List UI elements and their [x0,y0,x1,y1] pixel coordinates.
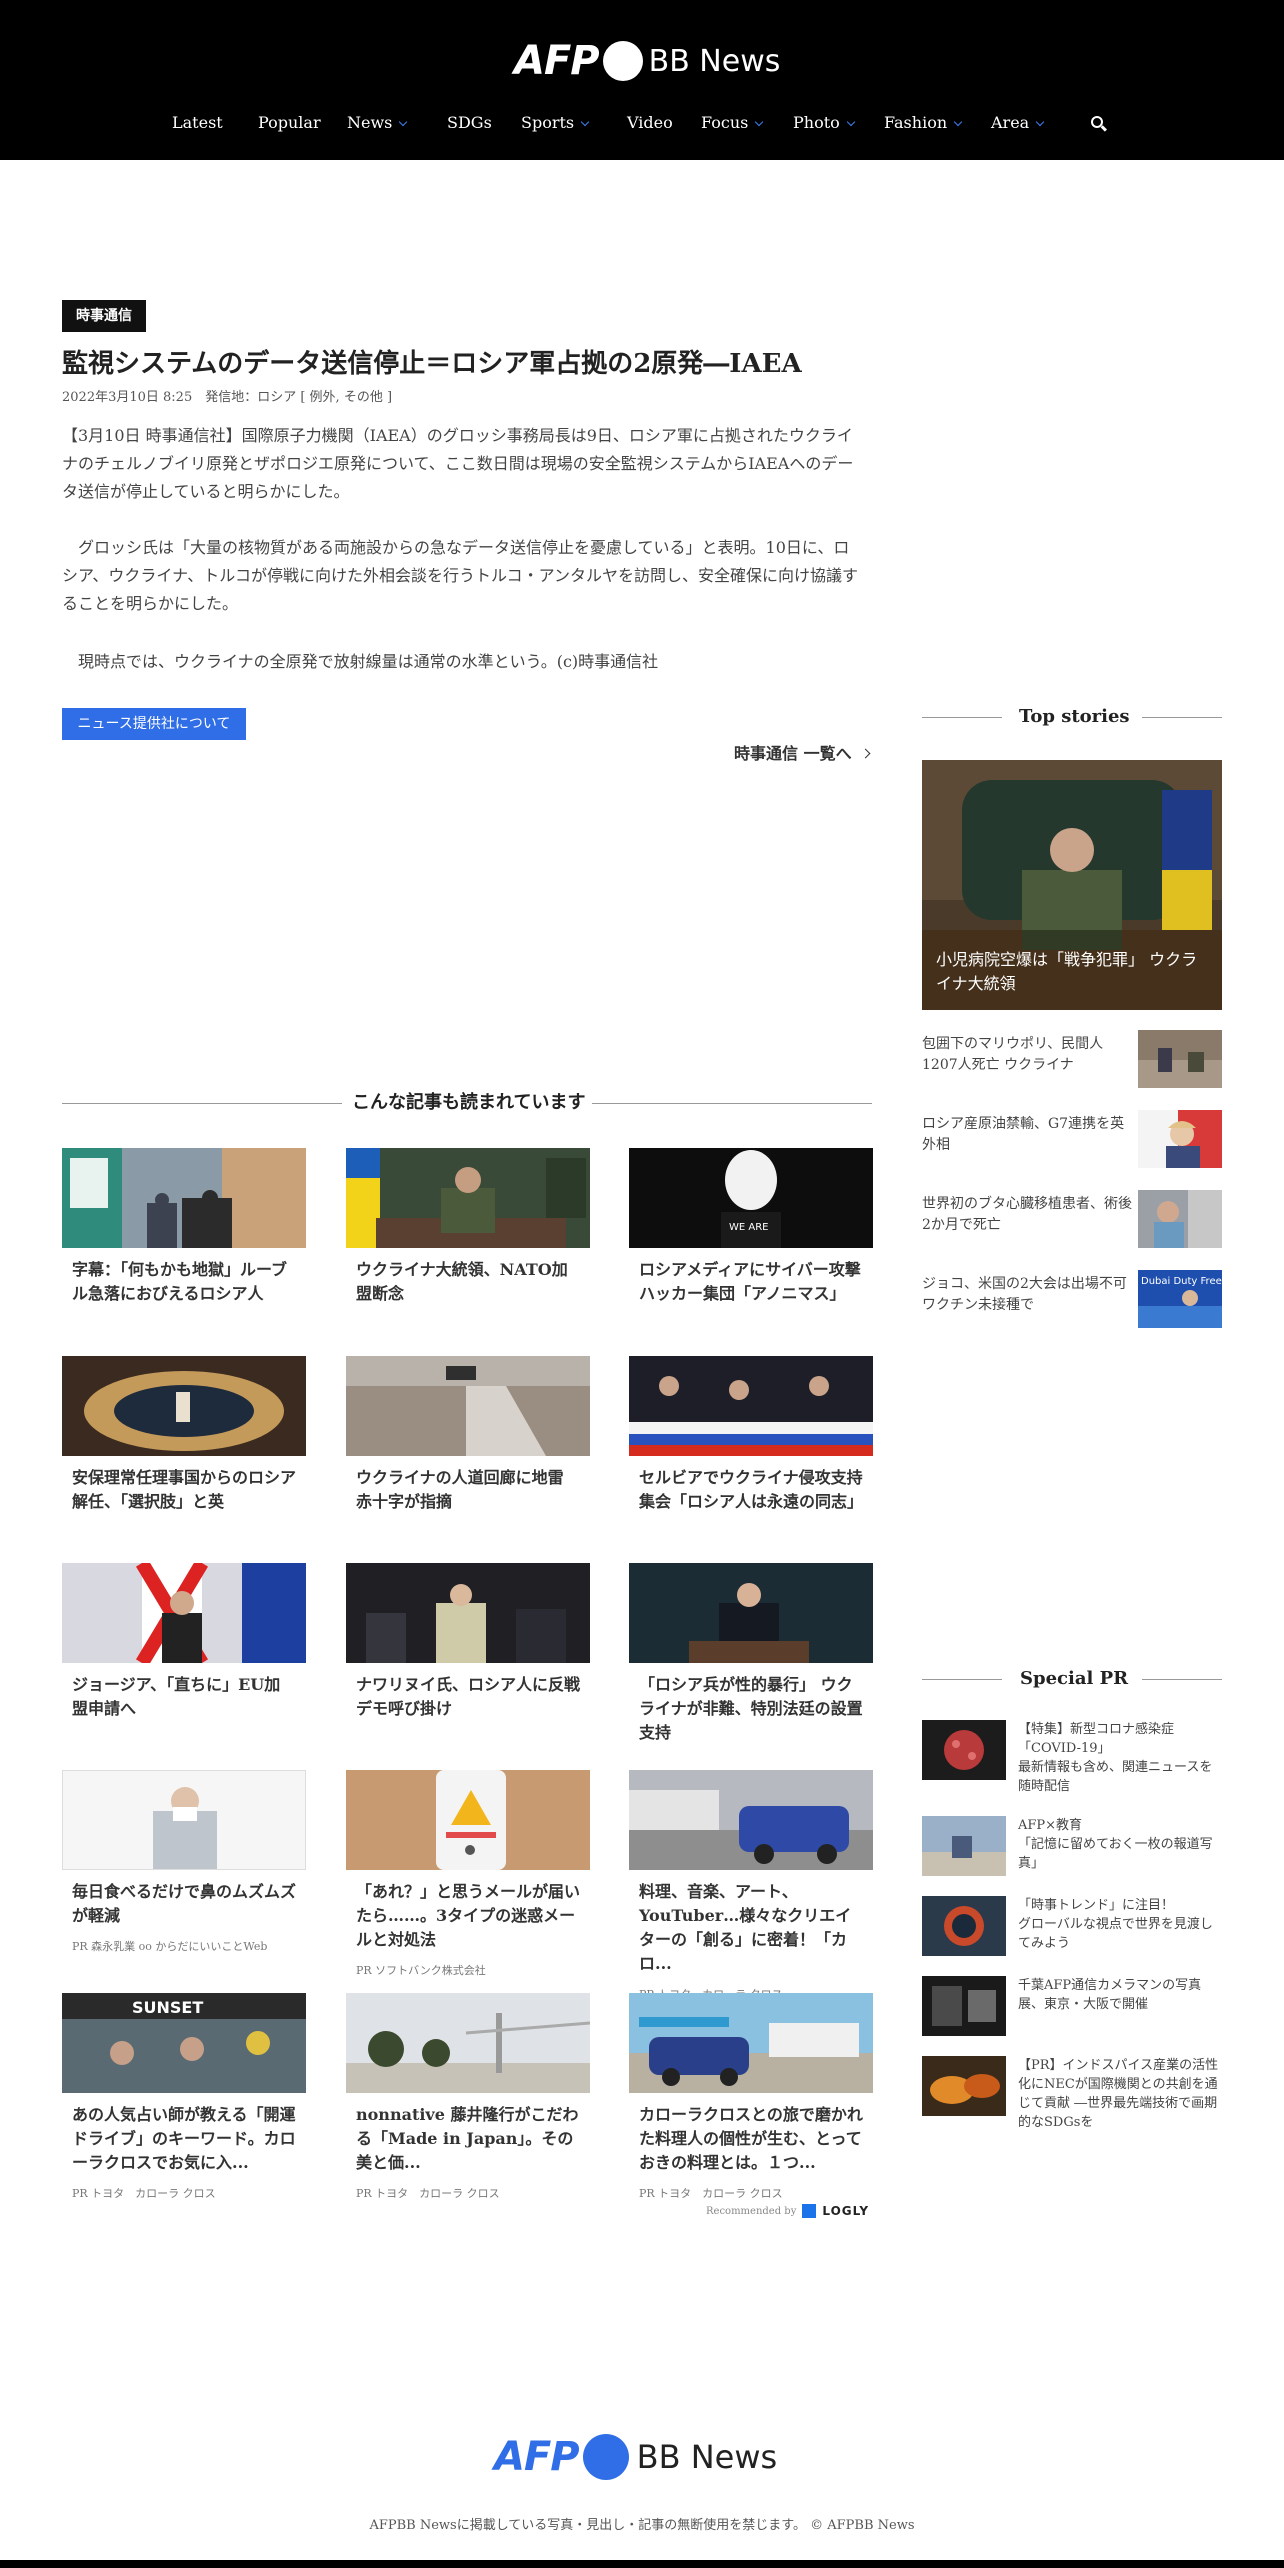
side-story-thumb [1138,1110,1222,1168]
card-image [62,1356,306,1456]
card-image: SUNSET [62,1993,306,2093]
related-card[interactable]: 字幕：「何もかも地獄」ルーブル急落におびえるロシア人 [62,1148,306,1306]
card-image [629,1770,873,1870]
pr-item[interactable]: 【PR】インドスパイス産業の活性化にNECが国際機関との共創を通じて貢献 ―世界… [922,2056,1222,2130]
related-card[interactable]: 料理、音楽、アート、YouTuber…様々なクリエイターの「創る」に密着！「カロ… [629,1770,873,2002]
chevron-right-icon [860,748,871,759]
pr-item[interactable]: 【特集】新型コロナ感染症「COVID-19」 最新情報も含め、関連ニュースを随時… [922,1720,1222,1794]
related-card[interactable]: ウクライナ大統領、NATO加盟断念 [346,1148,590,1306]
logo-circle-icon [602,41,643,81]
svg-text:SUNSET: SUNSET [132,1998,203,2017]
nav-popular[interactable]: Popular [258,110,321,136]
card-image [629,1563,873,1663]
site-logo[interactable]: AFP BB News [514,38,780,84]
footer-logo[interactable]: AFP BB News [494,2432,777,2482]
pr-thumb [922,1816,1006,1876]
card-image [346,1148,590,1248]
footer-bar [0,2560,1284,2568]
related-card[interactable]: 「あれ？」と思うメールが届いたら……。3タイプの迷惑メールと対処法 PR ソフト… [346,1770,590,1978]
nav-photo[interactable]: Photo [793,110,856,136]
article-paragraph: グロッシ氏は「大量の核物質がある両施設からの急なデータ送信停止を憂慮している」と… [62,538,859,613]
article-paragraph: 現時点では、ウクライナの全原発で放射線量は通常の水準という。(c)時事通信社 [62,652,659,671]
related-card[interactable]: SUNSET あの人気占い師が教える「開運ドライブ」のキーワード。カローラクロス… [62,1993,306,2201]
article-title: 監視システムのデータ送信停止＝ロシア軍占拠の2原発―IAEA [62,349,802,379]
card-image [346,1356,590,1456]
site-header: AFP BB News Latest Popular News SDGs Spo… [0,0,1284,160]
related-card[interactable]: WE ARE ロシアメディアにサイバー攻撃 ハッカー集団「アノニマス」 [629,1148,873,1306]
nav-video[interactable]: Video [627,110,673,136]
pr-thumb [922,1896,1006,1956]
card-image: WE ARE [629,1148,873,1248]
top-stories-heading: Top stories [922,702,1222,732]
svg-text:WE ARE: WE ARE [729,1222,769,1233]
article-paragraph: 【3月10日 時事通信社】国際原子力機関（IAEA）のグロッシ事務局長は9日、ロ… [62,426,854,501]
chevron-down-icon [953,117,963,127]
related-card[interactable]: 安保理常任理事国からのロシア解任、「選択肢」と英 [62,1356,306,1514]
top-story[interactable]: 小児病院空爆は「戦争犯罪」 ウクライナ大統領 [922,760,1222,1010]
chevron-down-icon [580,117,590,127]
card-image [346,1993,590,2093]
nav-sports[interactable]: Sports [521,110,590,136]
duty-free-label: Dubai Duty Free [1141,1276,1222,1287]
card-image [346,1563,590,1663]
pr-thumb [922,2056,1006,2116]
special-pr-heading: Special PR [922,1664,1222,1694]
pr-thumb [922,1976,1006,2036]
article-meta: 2022年3月10日 8:25 発信地：ロシア [ 例外, その他 ] [62,390,393,405]
nav-latest[interactable]: Latest [172,110,223,136]
logly-icon [802,2204,817,2218]
footer-copyright: AFPBB Newsに掲載している写真・見出し・記事の無断使用を禁じます。 © … [369,2518,915,2533]
pr-item[interactable]: 千葉AFP通信カメラマンの写真展、東京・大阪で開催 [922,1976,1222,2040]
side-story-thumb [1138,1190,1222,1248]
chevron-down-icon [846,117,856,127]
card-image [629,1356,873,1456]
top-story-caption: 小児病院空爆は「戦争犯罪」 ウクライナ大統領 [936,950,1198,993]
related-card[interactable]: 毎日食べるだけで鼻のムズムズが軽減 PR 森永乳業 oo からだにいいことWeb [62,1770,306,1954]
card-image [346,1770,590,1870]
related-card[interactable]: ウクライナの人道回廊に地雷 赤十字が指摘 [346,1356,590,1514]
nav-fashion[interactable]: Fashion [884,110,963,136]
side-story-thumb: Dubai Duty Free [1138,1270,1222,1328]
side-story[interactable]: 世界初のブタ心臓移植患者、術後2か月で死亡 [922,1190,1222,1254]
recommended-by[interactable]: Recommended by LOGLY [706,2204,869,2218]
related-card[interactable]: 「ロシア兵が性的暴行」 ウクライナが非難、特別法廷の設置支持 [629,1563,873,1745]
pr-thumb [922,1720,1006,1780]
nav-sdgs[interactable]: SDGs [447,110,492,136]
nav-news[interactable]: News [347,110,408,136]
card-image [62,1563,306,1663]
source-list-link[interactable]: 時事通信 一覧へ [734,740,871,764]
chevron-down-icon [755,117,764,127]
related-card[interactable]: ナワリヌイ氏、ロシア人に反戦デモ呼び掛け [346,1563,590,1721]
search-icon[interactable] [1091,116,1108,132]
card-image [62,1148,306,1248]
pr-item[interactable]: 「時事トレンド」に注目！ グローバルな視点で世界を見渡してみよう [922,1896,1222,1960]
related-card[interactable]: セルビアでウクライナ侵攻支持集会「ロシア人は永遠の同志」 [629,1356,873,1514]
nav-area[interactable]: Area [991,110,1045,136]
source-badge[interactable]: 時事通信 [62,300,146,332]
card-image [629,1993,873,2093]
side-story[interactable]: 包囲下のマリウポリ、民間人1207人死亡 ウクライナ [922,1030,1222,1094]
nav-focus[interactable]: Focus [701,110,764,136]
logo-circle-icon [582,2434,629,2480]
card-image [62,1770,306,1870]
side-story-thumb [1138,1030,1222,1088]
related-card[interactable]: カローラクロスとの旅で磨かれた料理人の個性が生む、とっておきの料理とは。１つ..… [629,1993,873,2201]
provider-info-button[interactable]: ニュース提供社について [62,708,246,740]
side-story[interactable]: ジョコ、米国の2大会は出場不可 ワクチン未接種で Dubai Duty Free [922,1270,1222,1334]
chevron-down-icon [1035,117,1045,127]
related-heading: こんな記事も読まれています [62,1088,872,1118]
related-card[interactable]: ジョージア、「直ちに」EU加盟申請へ [62,1563,306,1721]
pr-item[interactable]: AFP×教育 「記憶に留めておく一枚の報道写真」 [922,1816,1222,1880]
side-story[interactable]: ロシア産原油禁輸、G7連携を英外相 [922,1110,1222,1174]
related-card[interactable]: nonnative 藤井隆行がこだわる「Made in Japan」。その美と価… [346,1993,590,2201]
chevron-down-icon [399,117,408,127]
